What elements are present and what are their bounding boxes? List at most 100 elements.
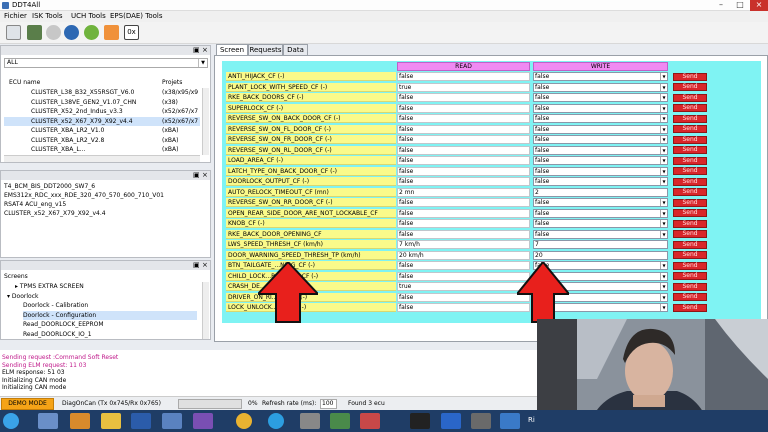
send-button[interactable]: Send xyxy=(673,83,707,91)
maximize-button[interactable]: □ xyxy=(731,0,749,11)
write-select[interactable]: false ▼ xyxy=(533,93,668,102)
send-button[interactable]: Send xyxy=(673,272,707,280)
write-select[interactable]: false ▼ xyxy=(533,208,668,218)
send-button[interactable]: Send xyxy=(673,125,707,133)
ecu-icon[interactable] xyxy=(27,25,42,40)
screen-tree-item[interactable]: Read_DOORLOCK_EEPROM xyxy=(23,320,197,329)
close-icon[interactable]: × xyxy=(202,46,208,54)
menu-fichier[interactable]: Fichier xyxy=(4,12,27,20)
send-button[interactable]: Send xyxy=(673,177,707,186)
write-input[interactable]: 20 xyxy=(533,250,668,260)
scan-icon[interactable] xyxy=(6,25,21,40)
logo-icon[interactable] xyxy=(104,25,119,40)
write-select[interactable]: false ▼ xyxy=(533,135,668,144)
mail-icon[interactable] xyxy=(162,413,182,429)
explorer-icon[interactable] xyxy=(38,413,58,429)
close-icon[interactable]: × xyxy=(202,171,208,179)
send-button[interactable]: Send xyxy=(673,156,707,165)
send-button[interactable]: Send xyxy=(673,198,707,207)
minimize-button[interactable]: – xyxy=(712,0,730,11)
refresh-rate-input[interactable]: 100 xyxy=(320,399,337,409)
folder-icon[interactable] xyxy=(101,413,121,429)
ecu-list-item[interactable]: CLUSTER_L38_B32_X55RSGT_V6.0 (x38/x95/x9 xyxy=(4,88,200,97)
send-button[interactable]: Send xyxy=(673,219,707,228)
screen-tree-item[interactable]: ▾ Doorlock xyxy=(7,292,197,301)
send-button[interactable]: Send xyxy=(673,303,707,312)
write-select[interactable]: false ▼ xyxy=(533,198,668,207)
ecu-filter-select[interactable]: ALL ▼ xyxy=(4,58,208,68)
write-select[interactable]: false ▼ xyxy=(533,156,668,165)
write-select[interactable]: false ▼ xyxy=(533,72,668,81)
app-icon[interactable] xyxy=(360,413,380,429)
send-button[interactable]: Send xyxy=(673,261,707,270)
menu-isk-tools[interactable]: ISK Tools xyxy=(32,12,63,20)
send-button[interactable]: Send xyxy=(673,146,707,154)
float-icon[interactable]: ▣ xyxy=(193,171,200,179)
close-icon[interactable]: × xyxy=(202,261,208,269)
ecu-vertical-scrollbar[interactable] xyxy=(202,88,209,155)
refresh-icon[interactable] xyxy=(64,25,79,40)
send-button[interactable]: Send xyxy=(673,104,707,112)
tab-requests[interactable]: Requests xyxy=(248,44,283,55)
ecu-list-item[interactable]: CLUSTER_x52_X67_X79_X92_v4.4 (x52/x67/x7 xyxy=(4,116,200,126)
screen-tree-item[interactable]: ▸ TPMS EXTRA SCREEN xyxy=(15,282,197,291)
write-input[interactable]: 7 xyxy=(533,240,668,249)
demo-mode-button[interactable]: DEMO MODE xyxy=(1,398,54,410)
write-select[interactable]: false ▼ xyxy=(533,124,668,134)
ecu-list-item[interactable]: CLUSTER_XBA_LR2_V1.0 (xBA) xyxy=(4,126,200,135)
float-icon[interactable]: ▣ xyxy=(193,261,200,269)
tab-data[interactable]: Data xyxy=(283,44,308,55)
screen-tree-item[interactable]: Doorlock - Configuration xyxy=(23,310,197,320)
vs-icon[interactable] xyxy=(193,413,213,429)
write-select[interactable]: false ▼ xyxy=(533,166,668,176)
ecu-horizontal-scrollbar[interactable] xyxy=(4,155,200,162)
word-icon[interactable] xyxy=(131,413,151,429)
write-select[interactable]: false ▼ xyxy=(533,82,668,92)
loaded-ecu-item[interactable]: T4_BCM_BIS_DDT2000_SW7_6 xyxy=(4,183,95,190)
app-icon[interactable] xyxy=(471,413,491,429)
app-icon[interactable] xyxy=(300,413,320,429)
write-select[interactable]: false ▼ xyxy=(533,177,668,186)
loaded-ecu-item[interactable]: CLUSTER_x52_X67_X79_X92_v4.4 xyxy=(4,210,106,217)
screen-tree-item[interactable]: Doorlock - Calibration xyxy=(23,301,197,310)
ecu-list-item[interactable]: CLUSTER_X52_2nd_Indus_v3.3 (x52/x67/x7 xyxy=(4,107,200,116)
close-button[interactable]: × xyxy=(750,0,768,11)
send-button[interactable]: Send xyxy=(673,114,707,123)
ecu-list-item[interactable]: CLUSTER_L38VE_GEN2_V1.07_CHN (x38) xyxy=(4,98,200,107)
app-icon[interactable] xyxy=(500,413,520,429)
write-select[interactable]: false ▼ xyxy=(533,145,668,155)
screens-vertical-scrollbar[interactable] xyxy=(202,282,209,339)
tick-icon[interactable] xyxy=(84,25,99,40)
loaded-ecu-item[interactable]: EMS312x_RDC_xxx_RDE_320_470_570_600_710_… xyxy=(4,192,164,199)
bluetooth-icon[interactable] xyxy=(441,413,461,429)
terminal-icon[interactable] xyxy=(410,413,430,429)
write-select[interactable]: false ▼ xyxy=(533,229,668,239)
send-button[interactable]: Send xyxy=(673,251,707,259)
windows-icon[interactable] xyxy=(3,413,19,429)
ecu-list-item[interactable]: CLUSTER_XBA_L... (xBA) xyxy=(4,145,200,154)
float-icon[interactable]: ▣ xyxy=(193,46,200,54)
skype-icon[interactable] xyxy=(268,413,284,429)
media-icon[interactable] xyxy=(70,413,90,429)
send-button[interactable]: Send xyxy=(673,230,707,238)
screen-tree-item[interactable]: Read_DOORLOCK_IO_1 xyxy=(23,330,197,339)
menu-uch-tools[interactable]: UCH Tools xyxy=(71,12,106,20)
app-icon[interactable] xyxy=(330,413,350,429)
write-select[interactable]: false ▼ xyxy=(533,219,668,228)
menu-eps-tools[interactable]: EPS(DAE) Tools xyxy=(110,12,163,20)
send-button[interactable]: Send xyxy=(673,240,707,249)
send-button[interactable]: Send xyxy=(673,167,707,175)
write-select[interactable]: false ▼ xyxy=(533,103,668,113)
send-button[interactable]: Send xyxy=(673,93,707,102)
chrome-icon[interactable] xyxy=(236,413,252,429)
gear-icon[interactable] xyxy=(46,25,61,40)
ecu-list-item[interactable]: CLUSTER_XBA_LR2_V2.8 (xBA) xyxy=(4,136,200,145)
hex-icon[interactable]: 0x xyxy=(124,25,139,40)
send-button[interactable]: Send xyxy=(673,135,707,144)
send-button[interactable]: Send xyxy=(673,209,707,217)
send-button[interactable]: Send xyxy=(673,293,707,301)
loaded-ecu-item[interactable]: RSAT4 ACU_eng_v15 xyxy=(4,201,66,208)
write-select[interactable]: false ▼ xyxy=(533,114,668,123)
send-button[interactable]: Send xyxy=(673,188,707,196)
write-input[interactable]: 2 xyxy=(533,187,668,197)
